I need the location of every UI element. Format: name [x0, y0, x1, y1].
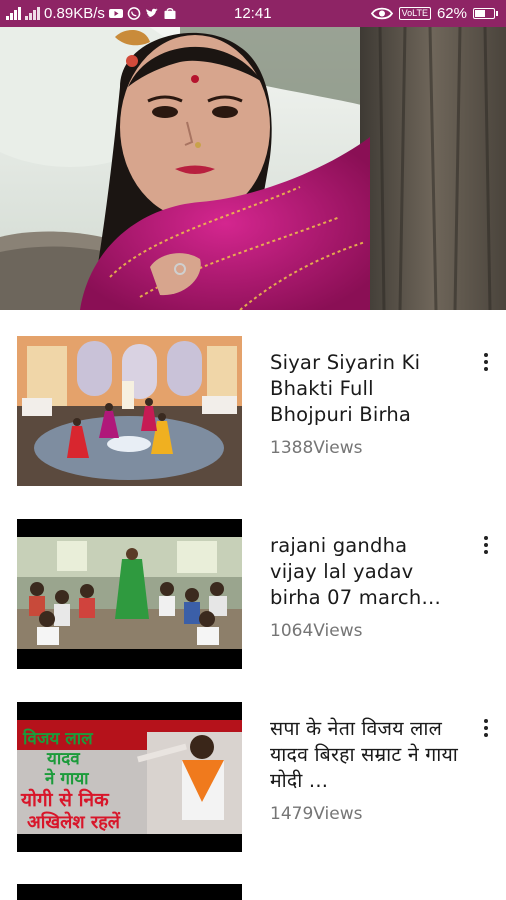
app-screen: 0.89KB/s 12:41 VoLTE 62% Siyar Siyarin K… — [0, 0, 506, 900]
more-options-button[interactable] — [476, 350, 496, 374]
video-player[interactable] — [0, 27, 506, 310]
video-item[interactable]: Siyar Siyarin Ki Bhakti Full Bhojpuri Bi… — [0, 310, 506, 486]
whatsapp-notification-icon — [127, 7, 141, 20]
thumb-text-line-2: यादव — [46, 749, 81, 769]
clock: 12:41 — [234, 5, 272, 22]
video-title[interactable]: Siyar Siyarin Ki Bhakti Full Bhojpuri Bi… — [270, 350, 460, 428]
network-speed: 0.89KB/s — [44, 5, 105, 22]
signal-2-icon — [25, 7, 40, 20]
eye-icon — [370, 7, 393, 20]
thumbnail-image-2 — [17, 519, 242, 669]
twitter-notification-icon — [145, 8, 158, 18]
bag-notification-icon — [164, 8, 176, 19]
volte-badge: VoLTE — [398, 7, 431, 20]
thumb-text-line-5: अखिलेश रहलें — [27, 811, 121, 833]
thumb-text-line-4: योगी से निक — [20, 788, 110, 811]
status-bar: 0.89KB/s 12:41 VoLTE 62% — [0, 0, 506, 27]
video-item[interactable]: rajani gandha vijay lal yadav birha 07 m… — [0, 493, 506, 669]
thumbnail-image-3: विजय लाल यादव ने गाया योगी से निक अखिलेश… — [17, 702, 242, 852]
video-thumbnail[interactable] — [17, 519, 242, 669]
video-thumbnail[interactable] — [17, 336, 242, 486]
thumb-text-line-1: विजय लाल — [22, 728, 94, 749]
status-left: 0.89KB/s — [6, 5, 177, 22]
video-frame — [0, 27, 506, 310]
battery-icon — [473, 8, 498, 19]
battery-percent: 62% — [436, 5, 467, 22]
status-right: VoLTE 62% — [370, 5, 498, 22]
thumbnail-image-1 — [17, 336, 242, 486]
video-title[interactable]: सपा के नेता विजय लाल यादव बिरहा सम्राट न… — [270, 716, 460, 794]
video-item[interactable]: विजय लाल यादव ने गाया योगी से निक अखिलेश… — [0, 676, 506, 852]
signal-icon — [6, 7, 21, 20]
video-views: 1064Views — [270, 621, 363, 641]
video-views: 1388Views — [270, 438, 363, 458]
thumb-text-line-3: ने गाया — [44, 768, 89, 789]
video-thumbnail[interactable]: विजय लाल यादव ने गाया योगी से निक अखिलेश… — [17, 702, 242, 852]
video-views: 1479Views — [270, 804, 363, 824]
more-options-button[interactable] — [476, 533, 496, 557]
video-title[interactable]: rajani gandha vijay lal yadav birha 07 m… — [270, 533, 460, 611]
next-video-thumbnail[interactable] — [17, 884, 242, 900]
youtube-notification-icon — [108, 9, 123, 18]
more-options-button[interactable] — [476, 716, 496, 740]
